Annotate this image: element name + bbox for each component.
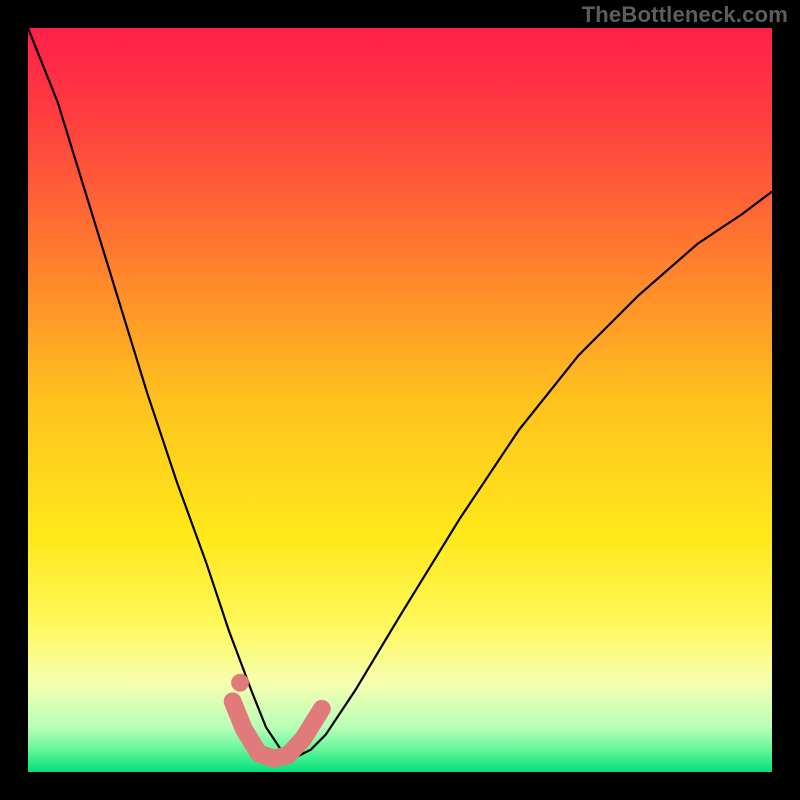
bottleneck-chart [28, 28, 772, 772]
chart-background [28, 28, 772, 772]
chart-frame: TheBottleneck.com [0, 0, 800, 800]
highlight-dot-icon [231, 674, 249, 692]
watermark-text: TheBottleneck.com [582, 2, 788, 28]
